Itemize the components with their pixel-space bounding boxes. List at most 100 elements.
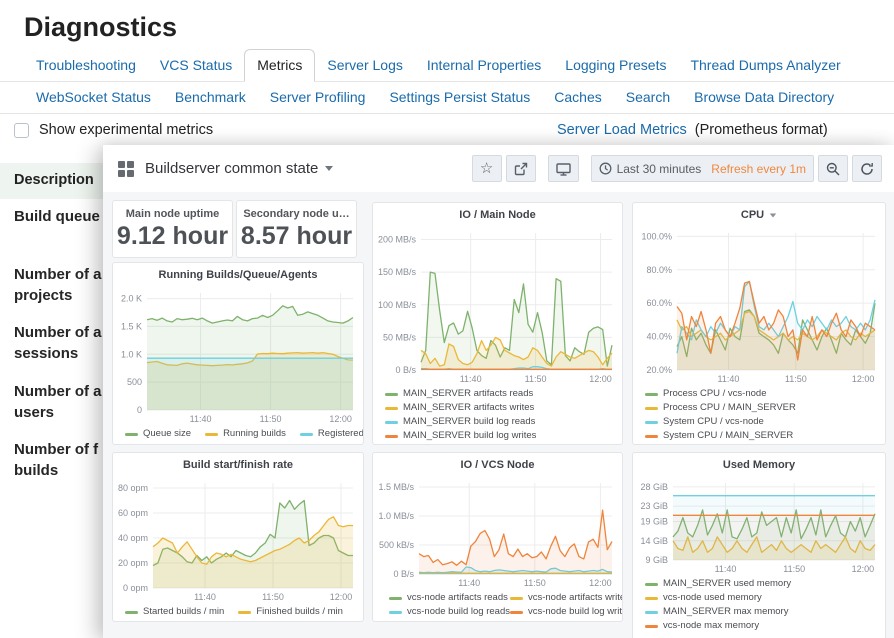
legend-item[interactable]: vcs-node used memory	[645, 591, 885, 605]
chart-cpu[interactable]: 11:4011:5012:00100.0%80.0%60.0%40.0%20.0…	[633, 227, 885, 385]
legend-item[interactable]: MAIN_SERVER artifacts reads	[385, 387, 622, 401]
svg-text:11:50: 11:50	[262, 592, 284, 602]
dashboard-title[interactable]: Buildserver common state	[145, 160, 318, 177]
legend-item[interactable]: vcs-node max memory	[645, 619, 885, 633]
tab-internal-properties[interactable]: Internal Properties	[415, 50, 553, 81]
panel-title[interactable]: Build start/finish rate	[113, 453, 363, 477]
panel-title[interactable]: Running Builds/Queue/Agents	[113, 263, 363, 287]
panel-title-text: CPU	[741, 209, 764, 221]
legend-color-swatch	[510, 597, 523, 600]
svg-text:11:40: 11:40	[460, 374, 482, 384]
legend-item[interactable]: MAIN_SERVER max memory	[645, 605, 885, 619]
chart-legend: vcs-node artifacts readsvcs-node artifac…	[373, 589, 622, 621]
panel-title[interactable]: CPU	[633, 203, 885, 227]
legend-color-swatch	[125, 611, 138, 614]
tab-browse-data-directory[interactable]: Browse Data Directory	[682, 82, 846, 113]
chevron-down-icon[interactable]	[325, 166, 333, 171]
star-button[interactable]: ☆	[472, 155, 502, 182]
svg-text:28 GiB: 28 GiB	[640, 482, 668, 492]
tab-benchmark[interactable]: Benchmark	[163, 82, 258, 113]
svg-text:100.0%: 100.0%	[641, 231, 672, 241]
legend-item[interactable]: Process CPU / MAIN_SERVER	[645, 401, 885, 415]
tab-server-logs[interactable]: Server Logs	[315, 50, 414, 81]
time-range-picker[interactable]: Last 30 minutes Refresh every 1m	[591, 155, 814, 182]
zoom-out-button[interactable]	[818, 155, 848, 182]
svg-text:80 opm: 80 opm	[118, 483, 148, 493]
grafana-dashboard: Buildserver common state ☆	[103, 145, 894, 638]
svg-text:1.0 MB/s: 1.0 MB/s	[378, 511, 414, 521]
legend-item[interactable]: Finished builds / min	[238, 605, 343, 619]
legend-item[interactable]: vcs-node build log reads	[389, 605, 510, 619]
share-icon	[514, 162, 528, 176]
legend-item[interactable]: MAIN_SERVER build log writes	[385, 429, 622, 443]
svg-text:20 opm: 20 opm	[118, 558, 148, 568]
svg-text:80.0%: 80.0%	[646, 265, 672, 275]
svg-text:11:50: 11:50	[260, 414, 282, 424]
chart-legend: MAIN_SERVER artifacts readsMAIN_SERVER a…	[373, 385, 622, 445]
share-button[interactable]	[506, 155, 536, 182]
panel-title[interactable]: Main node uptime	[113, 208, 232, 220]
svg-text:60 opm: 60 opm	[118, 508, 148, 518]
legend-color-swatch	[385, 421, 398, 424]
legend-color-swatch	[385, 435, 398, 438]
tab-caches[interactable]: Caches	[542, 82, 613, 113]
legend-item[interactable]: Started builds / min	[125, 605, 224, 619]
tab-server-profiling[interactable]: Server Profiling	[258, 82, 378, 113]
legend-item[interactable]: MAIN_SERVER used memory	[645, 577, 885, 591]
legend-item[interactable]: vcs-node build log writes	[510, 605, 623, 619]
svg-text:40 opm: 40 opm	[118, 533, 148, 543]
chevron-down-icon[interactable]	[770, 213, 776, 217]
panel-title[interactable]: Used Memory	[633, 453, 885, 477]
panel-used-memory: Used Memory 11:4011:5012:0028 GiB23 GiB1…	[632, 452, 886, 638]
chart-build-rate[interactable]: 11:4011:5012:0080 opm60 opm40 opm20 opm0…	[113, 477, 363, 603]
legend-item[interactable]: vcs-node artifacts reads	[389, 591, 510, 605]
chart-io-vcs-node[interactable]: 11:4011:5012:001.5 MB/s1.0 MB/s500 kB/s0…	[373, 477, 622, 589]
svg-text:12:00: 12:00	[852, 564, 875, 574]
tab-settings-persist-status[interactable]: Settings Persist Status	[377, 82, 542, 113]
tv-mode-button[interactable]	[548, 155, 579, 182]
legend-item[interactable]: Registered agents	[300, 427, 364, 441]
legend-item[interactable]: System CPU / vcs-node	[645, 415, 885, 429]
svg-text:11:50: 11:50	[525, 374, 547, 384]
chart-io-main-node[interactable]: 11:4011:5012:00200 MB/s150 MB/s100 MB/s5…	[373, 227, 622, 385]
server-load-metrics-link[interactable]: Server Load Metrics	[557, 122, 687, 138]
show-experimental-metrics-label[interactable]: Show experimental metrics	[39, 122, 213, 138]
tab-troubleshooting[interactable]: Troubleshooting	[24, 50, 148, 81]
svg-text:40.0%: 40.0%	[646, 332, 672, 342]
legend-item[interactable]: Process CPU / vcs-node	[645, 387, 885, 401]
svg-text:0: 0	[137, 405, 142, 415]
tab-vcs-status[interactable]: VCS Status	[148, 50, 244, 81]
chart-running-builds[interactable]: 11:4011:5012:002.0 K1.5 K1.0 K5000	[113, 287, 363, 425]
tab-logging-presets[interactable]: Logging Presets	[553, 50, 678, 81]
singlestat-value: 9.12 hour	[113, 222, 232, 251]
tab-metrics[interactable]: Metrics	[244, 49, 315, 82]
svg-text:11:40: 11:40	[715, 564, 737, 574]
panel-title[interactable]: IO / VCS Node	[373, 453, 622, 477]
svg-text:12:00: 12:00	[589, 578, 612, 588]
show-experimental-metrics-checkbox[interactable]	[14, 123, 29, 138]
tab-websocket-status[interactable]: WebSocket Status	[24, 82, 163, 113]
svg-text:150 MB/s: 150 MB/s	[378, 267, 417, 277]
panel-title[interactable]: IO / Main Node	[373, 203, 622, 227]
legend-color-swatch	[645, 597, 658, 600]
legend-item[interactable]: Running builds	[205, 427, 286, 441]
legend-item[interactable]: System CPU / MAIN_SERVER	[645, 429, 885, 443]
tab-row-1: Troubleshooting VCS Status Metrics Serve…	[0, 51, 894, 82]
chart-used-memory[interactable]: 11:4011:5012:0028 GiB23 GiB19 GiB14 GiB9…	[633, 477, 885, 575]
svg-text:11:40: 11:40	[190, 414, 212, 424]
panel-title[interactable]: Secondary node u…	[237, 208, 356, 220]
page-title: Diagnostics	[24, 12, 177, 43]
tab-thread-dumps-analyzer[interactable]: Thread Dumps Analyzer	[678, 50, 852, 81]
dashboard-grid-icon[interactable]	[118, 161, 134, 177]
refresh-button[interactable]	[852, 155, 882, 182]
prometheus-format-label: (Prometheus format)	[695, 122, 828, 138]
monitor-icon	[556, 162, 571, 176]
panel-title-text: Used Memory	[723, 459, 795, 471]
legend-item[interactable]: Queue size	[125, 427, 191, 441]
legend-item[interactable]: MAIN_SERVER artifacts writes	[385, 401, 622, 415]
legend-item[interactable]: MAIN_SERVER build log reads	[385, 415, 622, 429]
tab-row-2: WebSocket Status Benchmark Server Profil…	[0, 83, 894, 114]
legend-item[interactable]: vcs-node artifacts writes	[510, 591, 623, 605]
legend-color-swatch	[389, 597, 402, 600]
tab-search[interactable]: Search	[614, 82, 682, 113]
